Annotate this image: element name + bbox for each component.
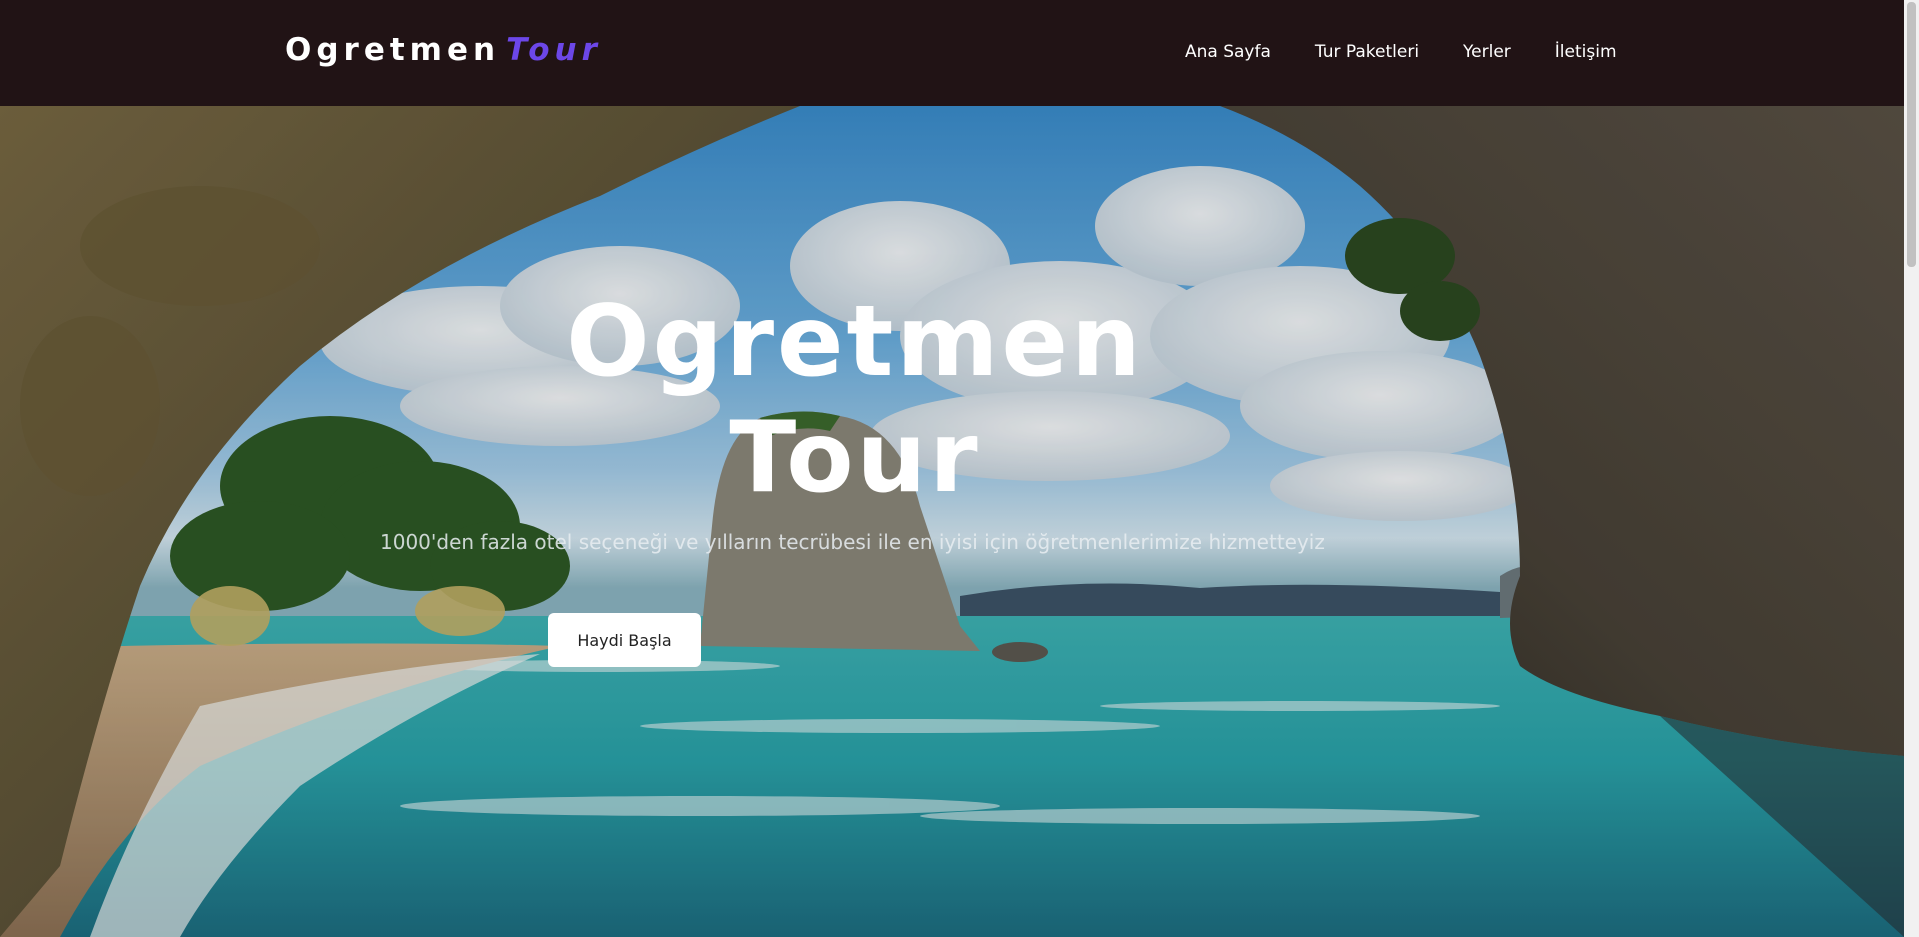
top-navbar: Ogretmen Tour Ana Sayfa Tur Paketleri Yer… bbox=[0, 0, 1919, 106]
nav-link-contact[interactable]: İletişim bbox=[1555, 42, 1617, 62]
hero-title-line1: Ogretmen bbox=[566, 285, 1144, 399]
brand-main-text: Ogretmen bbox=[285, 32, 501, 68]
hero-background-image bbox=[0, 106, 1904, 937]
nav-link-tour-packages[interactable]: Tur Paketleri bbox=[1315, 42, 1419, 62]
hero-title: Ogretmen Tour bbox=[0, 284, 1710, 516]
brand-logo[interactable]: Ogretmen Tour bbox=[285, 32, 602, 68]
hero-section: Ogretmen Tour 1000'den fazla otel seçene… bbox=[0, 106, 1904, 937]
nav-menu: Ana Sayfa Tur Paketleri Yerler İletişim bbox=[1185, 42, 1661, 62]
hero-subtitle: 1000'den fazla otel seçeneği ve yılların… bbox=[380, 530, 1325, 554]
nav-link-home[interactable]: Ana Sayfa bbox=[1185, 42, 1271, 62]
nav-link-places[interactable]: Yerler bbox=[1463, 42, 1511, 62]
page-scrollbar[interactable] bbox=[1904, 0, 1919, 937]
hero-title-line2: Tour bbox=[729, 401, 981, 515]
brand-accent-text: Tour bbox=[506, 32, 602, 68]
get-started-button[interactable]: Haydi Başla bbox=[548, 613, 701, 667]
scrollbar-thumb[interactable] bbox=[1907, 2, 1916, 267]
